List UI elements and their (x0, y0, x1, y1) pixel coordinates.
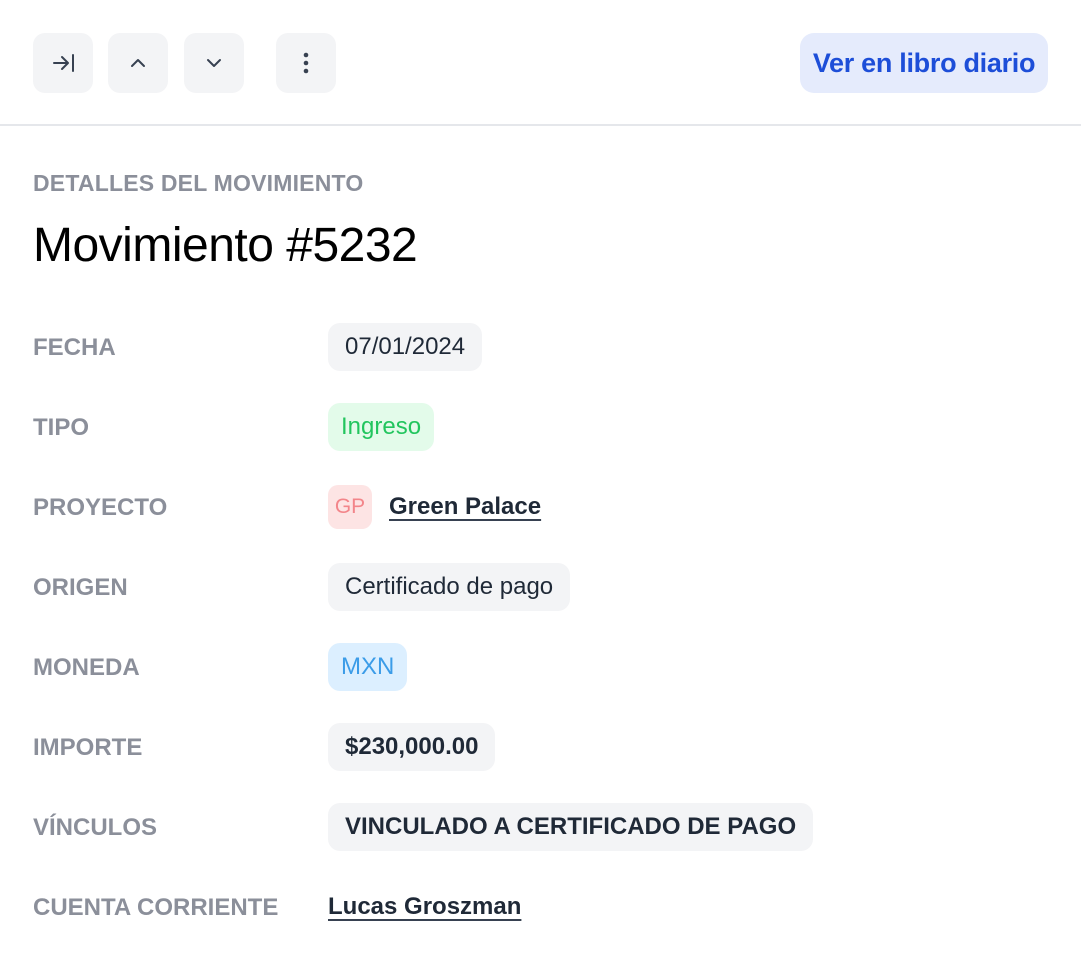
importe-label: IMPORTE (33, 734, 143, 761)
arrow-right-to-line-icon (53, 54, 74, 72)
link-status-chip: VINCULADO A CERTIFICADO DE PAGO (328, 803, 814, 851)
view-journal-button[interactable]: Ver en libro diario (800, 33, 1048, 93)
origin-chip: Certificado de pago (328, 563, 571, 611)
tipo-label: TIPO (33, 414, 90, 441)
next-button[interactable] (184, 33, 244, 93)
detail-row-importe: IMPORTE $230,000.00 (0, 723, 1081, 773)
project-link[interactable]: Green Palace (389, 493, 541, 521)
detail-row-cuenta-corriente: CUENTA CORRIENTE Lucas Groszman (0, 883, 1081, 933)
origen-label: ORIGEN (33, 574, 128, 601)
detail-row-proyecto: PROYECTO GP Green Palace (0, 483, 1081, 533)
more-options-button[interactable] (276, 33, 336, 93)
amount-chip: $230,000.00 (328, 723, 496, 771)
currency-badge: MXN (328, 643, 408, 691)
chevron-up-icon (131, 59, 145, 67)
account-link[interactable]: Lucas Groszman (328, 893, 521, 921)
cuenta-corriente-label: CUENTA CORRIENTE (33, 894, 279, 921)
detail-row-origen: ORIGEN Certificado de pago (0, 563, 1081, 613)
chevron-down-icon (207, 59, 221, 67)
moneda-label: MONEDA (33, 654, 140, 681)
detail-row-fecha: FECHA 07/01/2024 (0, 323, 1081, 373)
detail-row-tipo: TIPO Ingreso (0, 403, 1081, 453)
more-vertical-icon (303, 52, 309, 74)
date-chip: 07/01/2024 (328, 323, 483, 371)
previous-button[interactable] (108, 33, 168, 93)
type-badge: Ingreso (328, 403, 435, 451)
project-avatar: GP (328, 485, 372, 529)
vinculos-label: VÍNCULOS (33, 814, 158, 841)
toolbar: Ver en libro diario (0, 0, 1081, 126)
section-eyebrow: DETALLES DEL MOVIMIENTO (33, 170, 364, 196)
fecha-label: FECHA (33, 334, 116, 361)
detail-row-moneda: MONEDA MXN (0, 643, 1081, 693)
collapse-panel-button[interactable] (33, 33, 93, 93)
proyecto-label: PROYECTO (33, 494, 168, 521)
view-journal-label: Ver en libro diario (812, 47, 1036, 78)
page-title: Movimiento #5232 (33, 219, 418, 272)
detail-row-vinculos: VÍNCULOS VINCULADO A CERTIFICADO DE PAGO (0, 803, 1081, 853)
